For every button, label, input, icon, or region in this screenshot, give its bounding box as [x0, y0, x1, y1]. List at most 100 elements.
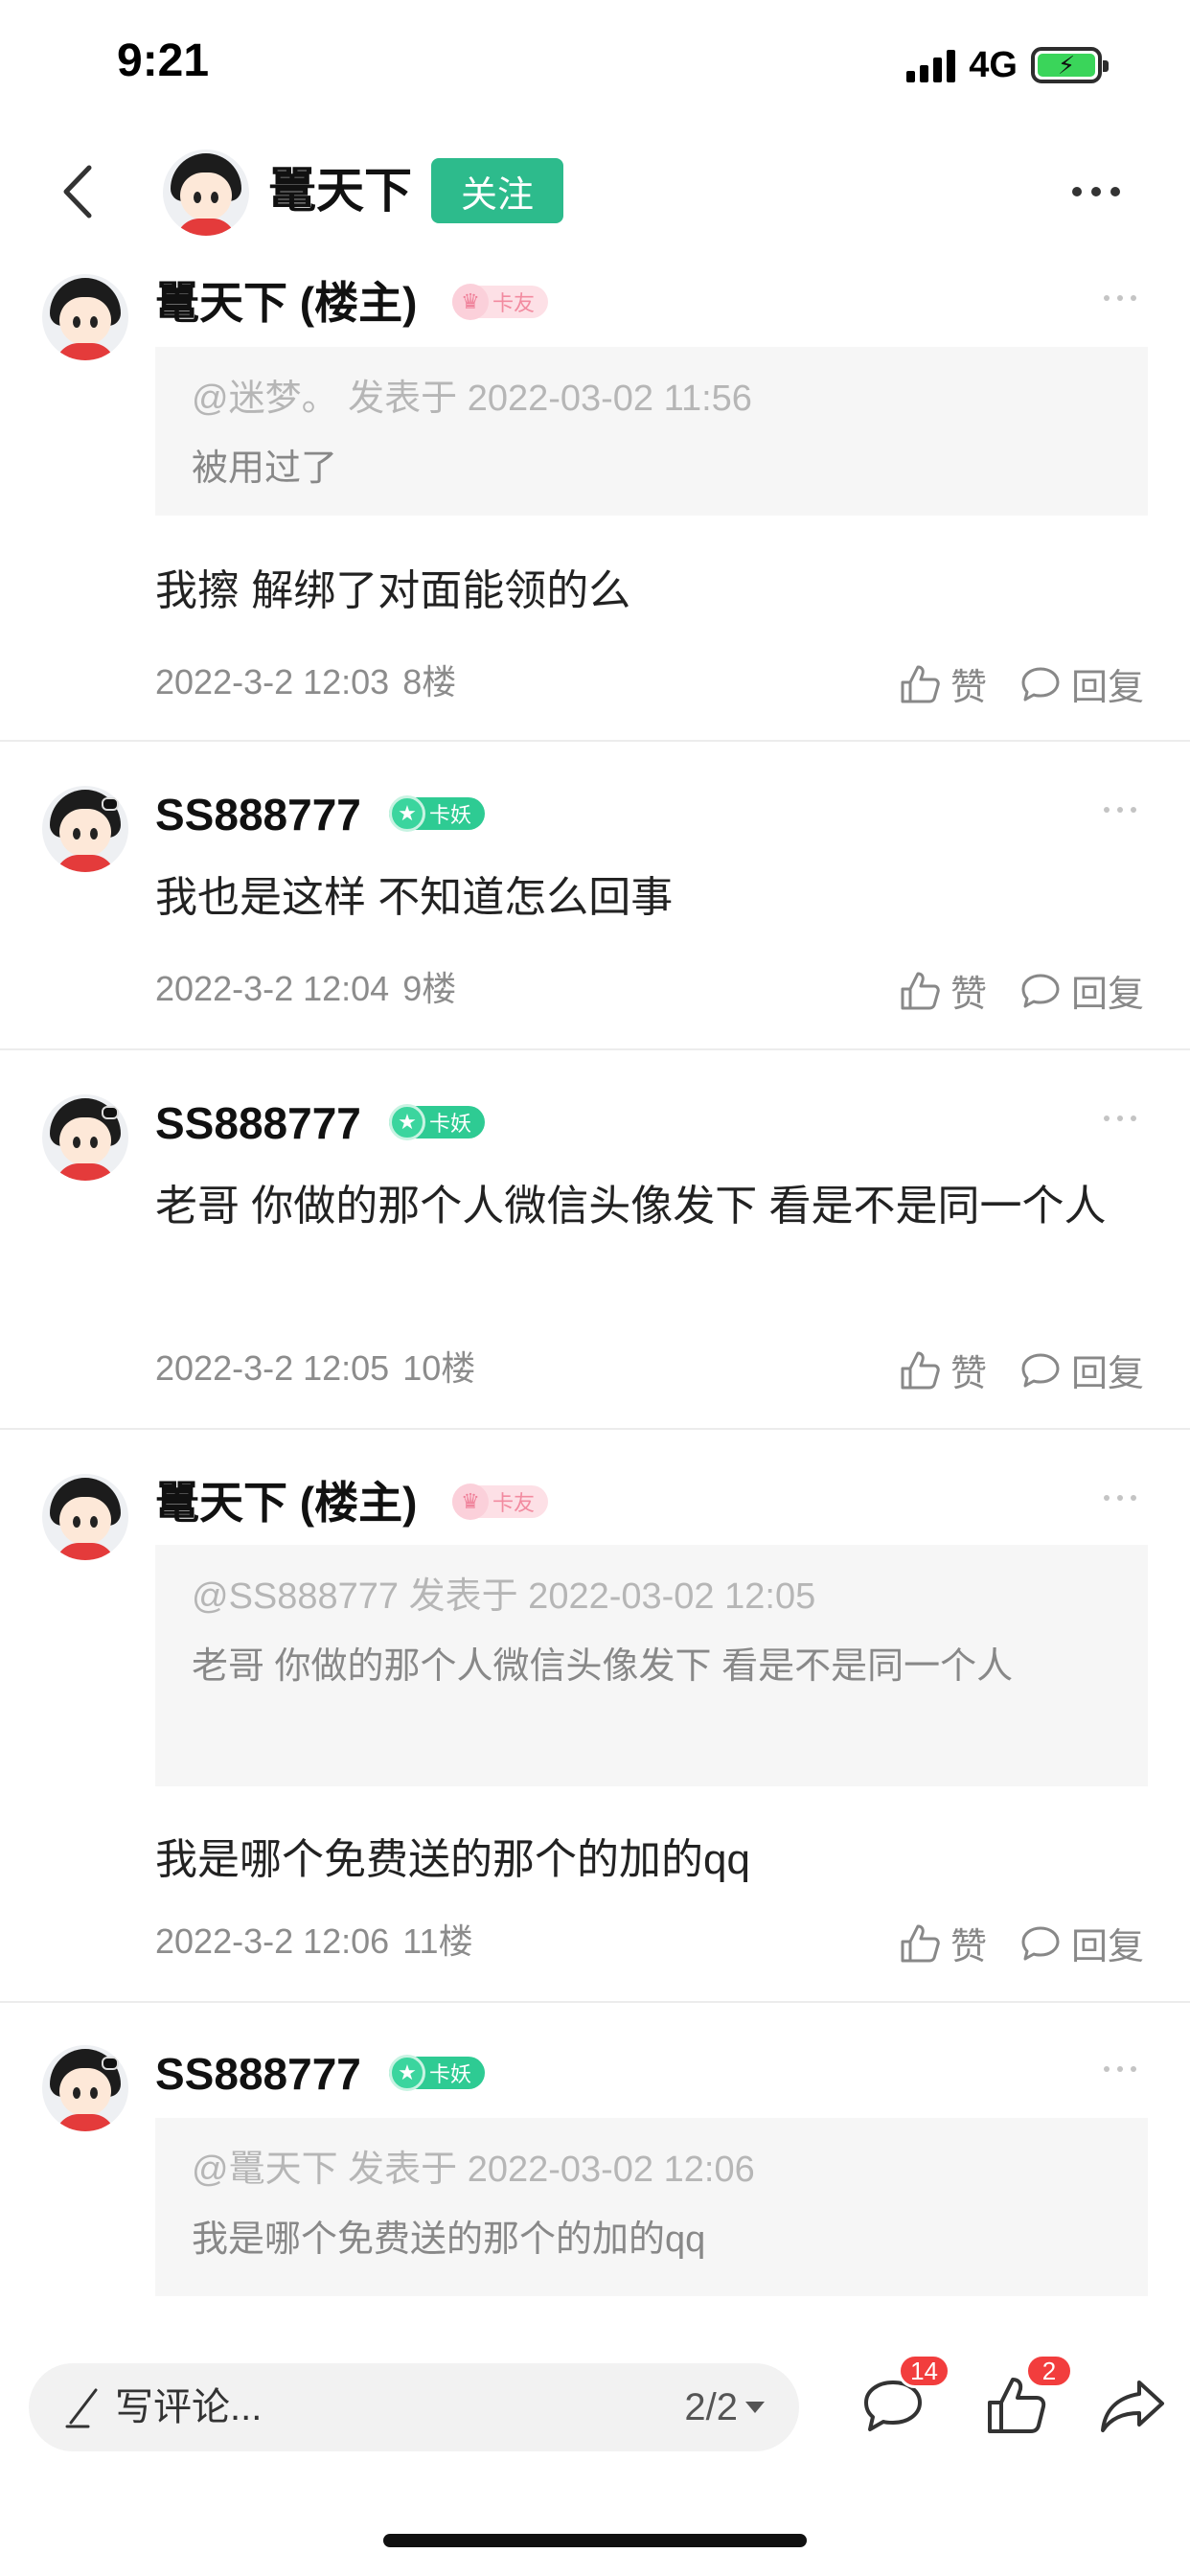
comments-button[interactable]: 14: [855, 2354, 950, 2444]
reply-meta: 2022-3-2 12:05 10楼: [155, 1347, 475, 1390]
reply-button[interactable]: 回复: [1019, 1344, 1144, 1396]
divider: [0, 1048, 1190, 1050]
post-more-button[interactable]: [1104, 807, 1136, 813]
reply-text: 老哥 你做的那个人微信头像发下 看是不是同一个人: [155, 1183, 1107, 1230]
author-name[interactable]: SS888777: [155, 1096, 361, 1150]
avatar[interactable]: [42, 2045, 128, 2131]
author-name[interactable]: SS888777: [155, 2047, 361, 2101]
reply-actions: 赞 回复: [899, 964, 1144, 1017]
thumb-up-icon: [901, 665, 940, 702]
more-button[interactable]: [1048, 169, 1144, 215]
reply-text: 我也是这样 不知道怎么回事: [155, 874, 674, 921]
reply-meta: 2022-3-2 12:03 8楼: [155, 661, 456, 703]
signal-icon: [906, 48, 956, 82]
reply-date: 2022-3-2 12:04: [155, 969, 390, 1008]
reply-button[interactable]: 回复: [1019, 1917, 1144, 1969]
back-arrow-icon: [63, 165, 92, 218]
reply-text: 我是哪个免费送的那个的加的qq: [155, 1836, 750, 1883]
more-icon: [1072, 187, 1082, 196]
avatar[interactable]: [42, 1474, 128, 1560]
star-icon: ★: [389, 795, 425, 832]
quote-meta: @SS888777 发表于 2022-03-02 12:05: [192, 1576, 816, 1617]
reply-text: 我擦 解绑了对面能领的么: [155, 567, 631, 614]
like-button[interactable]: 赞: [899, 1344, 987, 1396]
like-button[interactable]: 赞: [899, 964, 987, 1017]
quoted-reply[interactable]: @迷梦。 发表于 2022-03-02 11:56 被用过了: [155, 347, 1148, 516]
battery-icon: ⚡: [1031, 47, 1109, 83]
share-icon: [1101, 2380, 1164, 2432]
post-more-button[interactable]: [1104, 2066, 1136, 2072]
status-bar: 9:21 4G ⚡: [0, 0, 1190, 134]
user-badge: ♛ 卡友: [452, 1484, 549, 1520]
like-count-badge: 2: [1025, 2354, 1073, 2388]
page-selector[interactable]: 2/2: [684, 2384, 765, 2430]
status-time: 9:21: [117, 35, 210, 86]
floor-number: 9楼: [402, 969, 457, 1008]
pen-icon: [65, 2388, 98, 2428]
crown-icon: ♛: [452, 284, 489, 320]
reply-button[interactable]: 回复: [1019, 964, 1144, 1017]
floor-number: 8楼: [402, 662, 457, 702]
comment-bubble-icon: [1021, 667, 1060, 701]
network-label: 4G: [969, 44, 1018, 85]
post-more-button[interactable]: [1104, 295, 1136, 301]
post-more-button[interactable]: [1104, 1495, 1136, 1501]
user-badge: ★ 卡妖: [389, 1104, 486, 1140]
author-name[interactable]: 鼍天下 (楼主): [155, 276, 417, 330]
reply-actions: 赞 回复: [899, 657, 1144, 710]
thumb-up-icon: [901, 1351, 940, 1389]
floor-number: 10楼: [402, 1348, 476, 1388]
back-button[interactable]: [38, 153, 115, 230]
user-badge: ♛ 卡友: [452, 284, 549, 320]
crown-icon: ♛: [452, 1484, 489, 1520]
follow-button[interactable]: 关注: [431, 158, 563, 223]
quoted-reply[interactable]: @鼍天下 发表于 2022-03-02 12:06 我是哪个免费送的那个的加的q…: [155, 2118, 1148, 2296]
divider: [0, 2001, 1190, 2003]
comment-count-badge: 14: [898, 2354, 950, 2388]
home-indicator[interactable]: [383, 2534, 807, 2547]
like-button[interactable]: 赞: [899, 1917, 987, 1969]
reply-button[interactable]: 回复: [1019, 657, 1144, 710]
quote-text: 被用过了: [192, 448, 338, 489]
reply-date: 2022-3-2 12:05: [155, 1348, 390, 1388]
reply-meta: 2022-3-2 12:06 11楼: [155, 1920, 473, 1963]
status-indicators: 4G ⚡: [906, 44, 1109, 86]
divider: [0, 740, 1190, 742]
quote-text: 我是哪个免费送的那个的加的qq: [192, 2220, 706, 2260]
page-title: 鼍天下: [268, 164, 412, 218]
share-button[interactable]: [1094, 2367, 1171, 2444]
quote-text: 老哥 你做的那个人微信头像发下 看是不是同一个人: [192, 1646, 1014, 1687]
quote-meta: @鼍天下 发表于 2022-03-02 12:06: [192, 2150, 755, 2190]
user-badge: ★ 卡妖: [389, 2055, 486, 2091]
comment-placeholder: 写评论...: [115, 2386, 263, 2428]
reply-meta: 2022-3-2 12:04 9楼: [155, 968, 456, 1010]
chevron-down-icon: [745, 2402, 765, 2413]
thumb-up-icon: [901, 1924, 940, 1962]
post-more-button[interactable]: [1104, 1116, 1136, 1121]
comment-input[interactable]: 写评论... 2/2: [29, 2363, 799, 2451]
author-name[interactable]: SS888777: [155, 788, 361, 841]
author-name[interactable]: 鼍天下 (楼主): [155, 1476, 417, 1530]
avatar[interactable]: [42, 274, 128, 360]
reply-date: 2022-3-2 12:03: [155, 662, 390, 702]
user-badge: ★ 卡妖: [389, 795, 486, 832]
comment-bubble-icon: [1021, 974, 1060, 1007]
comment-bubble-icon: [1021, 1353, 1060, 1387]
reply-actions: 赞 回复: [899, 1344, 1144, 1396]
star-icon: ★: [389, 2055, 425, 2091]
avatar[interactable]: [163, 150, 249, 236]
avatar[interactable]: [42, 1094, 128, 1181]
reply-actions: 赞 回复: [899, 1917, 1144, 1969]
comment-bubble-icon: [1021, 1926, 1060, 1960]
reply-date: 2022-3-2 12:06: [155, 1921, 390, 1961]
thumb-up-icon: [901, 972, 940, 1009]
quote-meta: @迷梦。 发表于 2022-03-02 11:56: [192, 379, 752, 419]
star-icon: ★: [389, 1104, 425, 1140]
like-button[interactable]: 赞: [899, 657, 987, 710]
like-post-button[interactable]: 2: [977, 2354, 1073, 2444]
avatar[interactable]: [42, 786, 128, 872]
nav-bar: 鼍天下 关注: [0, 134, 1190, 249]
quoted-reply[interactable]: @SS888777 发表于 2022-03-02 12:05 老哥 你做的那个人…: [155, 1545, 1148, 1786]
divider: [0, 1428, 1190, 1430]
floor-number: 11楼: [402, 1921, 473, 1961]
